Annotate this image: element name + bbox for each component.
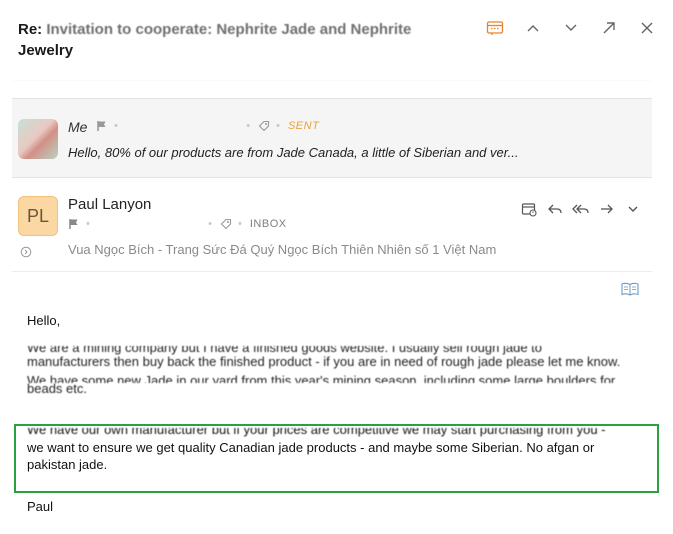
highlighted-passage: We have our own manufacturer but if your… (27, 428, 639, 473)
email-subject: Re: Invitation to cooperate: Nephrite Ja… (18, 19, 448, 61)
status-badge: SENT (287, 120, 320, 132)
reply-icon[interactable] (544, 198, 566, 220)
tag-icon[interactable] (258, 120, 270, 132)
body-line: We have some new Jade in our yard from t… (27, 373, 616, 383)
body-line: pakistan jade. (27, 457, 108, 472)
forward-icon[interactable] (596, 198, 618, 220)
reader-mode-icon[interactable] (621, 282, 639, 296)
subject-obscured: Invitation to cooperate: Nephrite Jade a… (46, 21, 412, 38)
sender-organization: Vua Ngọc Bích - Trang Sức Đá Quý Ngọc Bí… (68, 242, 497, 257)
body-line: we want to ensure we get quality Canadia… (27, 440, 595, 455)
header-toolbar (483, 16, 659, 40)
email-header: Re: Invitation to cooperate: Nephrite Ja… (0, 0, 673, 80)
flag-icon[interactable] (68, 218, 80, 230)
body-line: manufacturers then buy back the finished… (27, 356, 621, 369)
redacted-recipient: • • (114, 120, 253, 132)
message-toolbar (518, 198, 644, 220)
flag-icon[interactable] (96, 120, 108, 132)
close-icon[interactable] (635, 16, 659, 40)
folder-label: INBOX (249, 218, 287, 230)
thread-message-collapsed[interactable]: Me • • • SENT Hello, 80% of our products… (12, 98, 652, 178)
avatar (18, 119, 58, 159)
body-line: beads etc. (27, 383, 87, 396)
calendar-icon[interactable] (483, 16, 507, 40)
reply-all-icon[interactable] (570, 198, 592, 220)
popout-icon[interactable] (597, 16, 621, 40)
body-line: We are a mining company but I have a fin… (27, 346, 543, 355)
body-line: We have our own manufacturer but if your… (27, 428, 606, 437)
more-chevron-icon[interactable] (622, 198, 644, 220)
subject-prefix: Re: (18, 21, 47, 38)
thread-snippet: Hello, 80% of our products are from Jade… (68, 145, 519, 160)
sender-name[interactable]: Paul Lanyon (68, 196, 151, 213)
calendar-icon[interactable] (518, 198, 540, 220)
thread-meta: • • • SENT (96, 120, 319, 132)
message-meta: • • • INBOX (68, 218, 287, 230)
email-signoff: Paul (27, 499, 54, 514)
avatar: PL (18, 196, 58, 236)
message-header: PL Paul Lanyon • • • INBOX Vua Ngọc Bích… (12, 180, 652, 272)
expand-icon[interactable] (20, 246, 32, 258)
tag-icon[interactable] (220, 218, 232, 230)
thread-sender-name: Me (68, 119, 88, 135)
chevron-down-icon[interactable] (559, 16, 583, 40)
email-paragraph-obscured: We are a mining company but I have a fin… (27, 346, 647, 396)
subject-line2: Jewelry (18, 42, 74, 59)
email-greeting: Hello, (27, 313, 61, 328)
redacted-recipient: • • (86, 218, 214, 230)
chevron-up-icon[interactable] (521, 16, 545, 40)
